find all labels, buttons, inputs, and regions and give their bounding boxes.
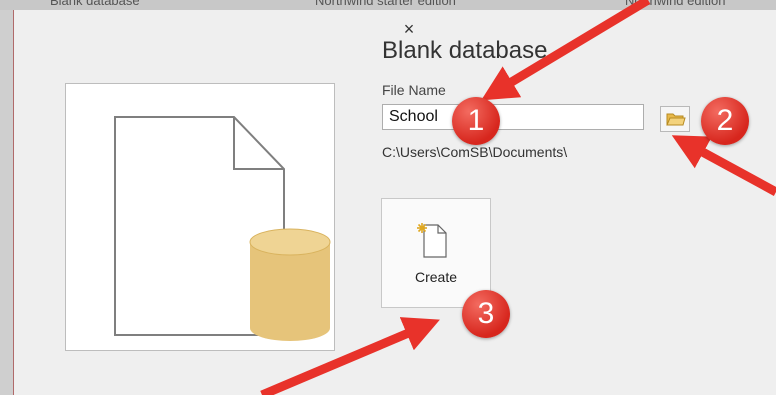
arrow-1 (481, 0, 651, 101)
arrow-2 (671, 135, 776, 196)
arrow-3 (260, 317, 440, 395)
annotation-arrows (260, 0, 776, 395)
annotation-badge-2: 2 (701, 97, 749, 145)
annotation-badge-3: 3 (462, 290, 510, 338)
annotation-badge-1: 1 (452, 97, 500, 145)
